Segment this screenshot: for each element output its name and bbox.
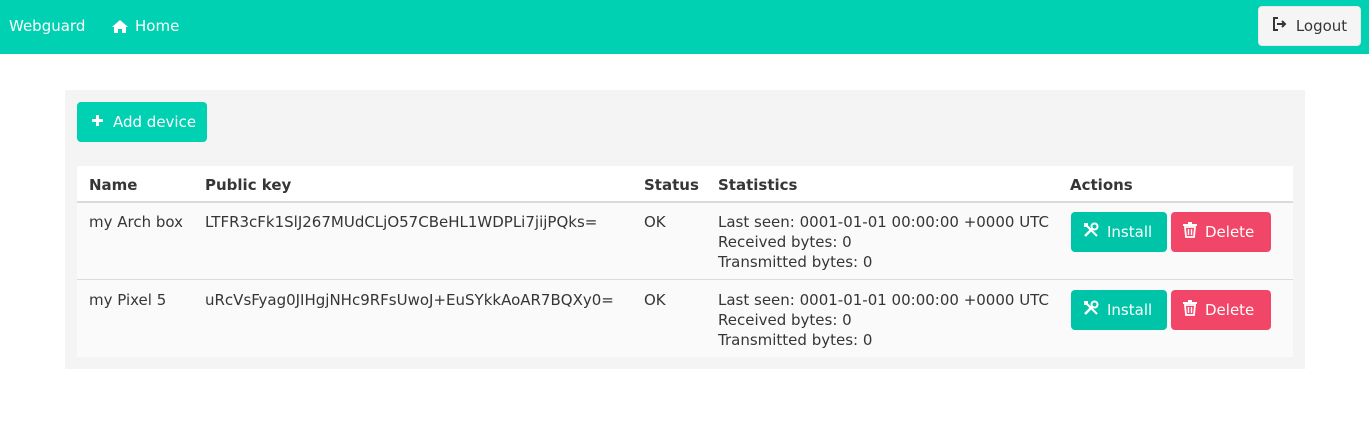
trash-icon	[1183, 300, 1197, 320]
delete-label: Delete	[1205, 223, 1255, 241]
logout-label: Logout	[1295, 17, 1348, 35]
device-statistics: Last seen: 0001-01-01 00:00:00 +0000 UTC…	[718, 290, 1049, 350]
add-device-label: Add device	[113, 113, 197, 131]
device-name: my Pixel 5	[89, 291, 167, 309]
logout-button[interactable]: Logout	[1258, 6, 1361, 46]
received-bytes: Received bytes: 0	[718, 311, 852, 329]
sign-out-icon	[1272, 17, 1288, 35]
delete-button[interactable]: Delete	[1171, 212, 1271, 252]
delete-button[interactable]: Delete	[1171, 290, 1271, 330]
plus-icon	[91, 113, 104, 131]
home-link[interactable]: Home	[111, 16, 179, 36]
home-icon	[111, 19, 129, 34]
top-navbar: Webguard Home Logout	[0, 0, 1369, 54]
trash-icon	[1183, 222, 1197, 242]
transmitted-bytes: Transmitted bytes: 0	[718, 331, 873, 349]
install-label: Install	[1107, 301, 1153, 319]
device-statistics: Last seen: 0001-01-01 00:00:00 +0000 UTC…	[718, 212, 1049, 272]
devices-table: Name Public key Status Statistics Action…	[77, 166, 1293, 357]
tools-icon	[1083, 222, 1099, 242]
header-statistics: Statistics	[718, 176, 798, 194]
device-status: OK	[644, 213, 666, 231]
last-seen: Last seen: 0001-01-01 00:00:00 +0000 UTC	[718, 291, 1049, 309]
header-actions: Actions	[1070, 176, 1133, 194]
add-device-button[interactable]: Add device	[77, 102, 207, 142]
header-status: Status	[644, 176, 699, 194]
header-name: Name	[89, 176, 138, 194]
device-public-key: uRcVsFyag0JIHgjNHc9RFsUwoJ+EuSYkkAoAR7BQ…	[205, 291, 614, 309]
brand-link[interactable]: Webguard	[9, 16, 85, 36]
home-link-label: Home	[135, 17, 180, 35]
install-button[interactable]: Install	[1071, 290, 1167, 330]
tools-icon	[1083, 300, 1099, 320]
device-public-key: LTFR3cFk1SlJ267MUdCLjO57CBeHL1WDPLi7jijP…	[205, 213, 598, 231]
install-button[interactable]: Install	[1071, 212, 1167, 252]
delete-label: Delete	[1205, 301, 1255, 319]
install-label: Install	[1107, 223, 1153, 241]
last-seen: Last seen: 0001-01-01 00:00:00 +0000 UTC	[718, 213, 1049, 231]
table-row: my Pixel 5 uRcVsFyag0JIHgjNHc9RFsUwoJ+Eu…	[77, 281, 1293, 358]
device-name: my Arch box	[89, 213, 183, 231]
table-row: my Arch box LTFR3cFk1SlJ267MUdCLjO57CBeH…	[77, 203, 1293, 280]
devices-panel: Add device Name Public key Status Statis…	[65, 90, 1305, 369]
table-header: Name Public key Status Statistics Action…	[77, 166, 1293, 203]
header-public-key: Public key	[205, 176, 292, 194]
device-status: OK	[644, 291, 666, 309]
transmitted-bytes: Transmitted bytes: 0	[718, 253, 873, 271]
received-bytes: Received bytes: 0	[718, 233, 852, 251]
